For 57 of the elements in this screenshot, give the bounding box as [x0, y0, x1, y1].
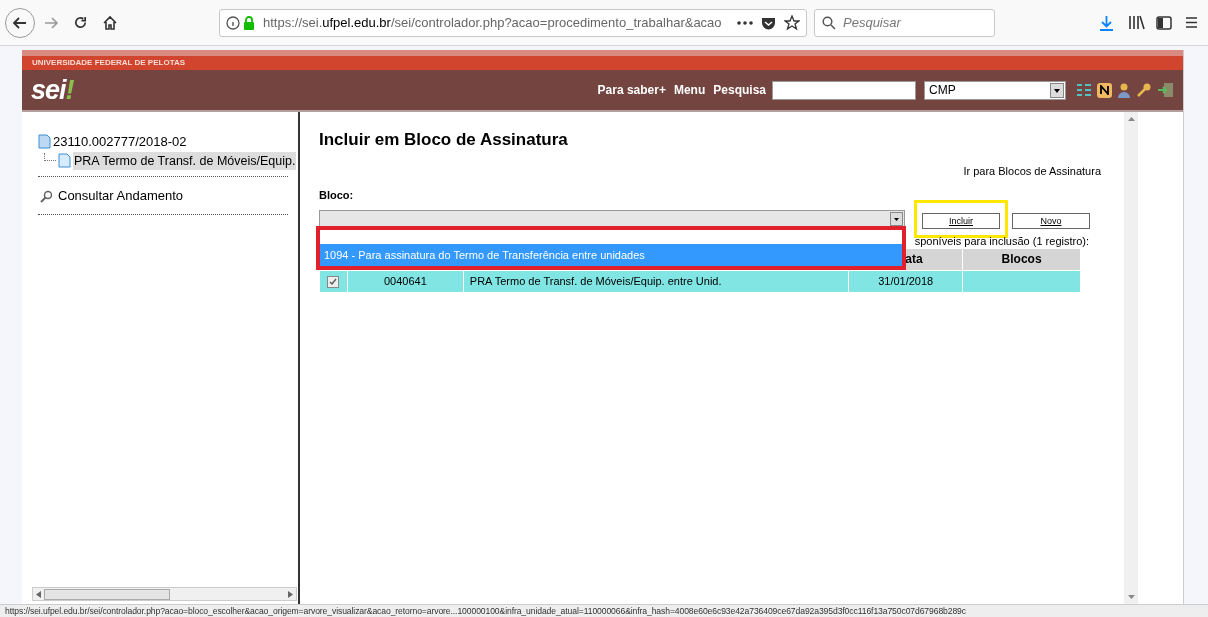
- row-checkbox[interactable]: [327, 275, 340, 288]
- search-field[interactable]: Pesquisar: [843, 12, 983, 33]
- lock-icon: [243, 15, 255, 30]
- search-box[interactable]: Pesquisar: [814, 8, 995, 37]
- menu-icon[interactable]: [1185, 16, 1198, 29]
- consult-link[interactable]: Consultar Andamento: [58, 186, 184, 206]
- institution-name: UNIVERSIDADE FEDERAL DE PELOTAS: [32, 57, 186, 69]
- notes-icon[interactable]: [1097, 82, 1112, 98]
- reload-icon[interactable]: [73, 15, 88, 30]
- search-icon: [822, 15, 836, 30]
- info-icon[interactable]: [226, 15, 240, 30]
- search-icon: [40, 189, 53, 203]
- include-button[interactable]: Incluir: [922, 213, 1000, 230]
- tree-item[interactable]: PRA Termo de Transf. de Móveis/Equip.: [73, 151, 297, 171]
- search-label: Pesquisa: [713, 82, 766, 99]
- address-bar[interactable]: https://sei.ufpel.edu.br/sei/controlador.php?acao=procedimento_trabalhar&acao: [219, 8, 807, 37]
- folder-icon: [38, 134, 51, 150]
- process-number[interactable]: 23110.002777/2018-02: [53, 132, 187, 152]
- table-cell: 0040641: [384, 274, 427, 287]
- star-icon[interactable]: [784, 14, 800, 31]
- document-icon: [58, 153, 71, 169]
- vertical-scrollbar[interactable]: [1124, 112, 1138, 604]
- more-icon[interactable]: [737, 20, 753, 25]
- back-icon: [12, 14, 28, 31]
- table-cell: PRA Termo de Transf. de Móveis/Equip. entre Unid.: [469, 274, 722, 287]
- home-icon[interactable]: [102, 14, 118, 31]
- search-input[interactable]: [772, 80, 916, 100]
- download-icon[interactable]: [1099, 14, 1114, 31]
- caret-icon: [890, 211, 903, 226]
- caret-icon: [1050, 82, 1064, 98]
- status-url: https://sei.ufpel.edu.br/sei/controlador.php?acao=bloco_escolher&acao_origem=arvore_visualizar&acao_retorno=arvore...100000100&infra_unidade_atual=110000066&infra_hash=4008e60e6c93e42a736409ce67da92a395d3f0cc116f13a750c07d67968b289c: [4, 605, 966, 617]
- header-link[interactable]: Menu: [673, 81, 706, 99]
- exit-icon[interactable]: [1157, 82, 1174, 98]
- page-title: Incluir em Bloco de Assinatura: [319, 129, 569, 151]
- sidebar-icon[interactable]: [1156, 15, 1172, 30]
- unit-select[interactable]: CMP: [924, 80, 1066, 100]
- pocket-icon[interactable]: [761, 15, 776, 30]
- blocks-link[interactable]: Ir para Blocos de Assinatura: [963, 164, 1101, 177]
- table-caption: sponíveis para inclusão (1 registro):: [914, 234, 1089, 247]
- logo[interactable]: sei!: [31, 76, 74, 104]
- list-icon[interactable]: [1076, 83, 1092, 97]
- scroll-left-icon[interactable]: [36, 590, 41, 598]
- scroll-up-icon[interactable]: [1127, 117, 1135, 121]
- library-icon[interactable]: [1128, 15, 1145, 30]
- scroll-right-icon[interactable]: [288, 590, 293, 598]
- scroll-down-icon[interactable]: [1127, 595, 1135, 599]
- header-link[interactable]: Para saber+: [597, 81, 666, 99]
- table-cell: 31/01/2018: [878, 274, 934, 287]
- column-header: Blocos: [1001, 252, 1042, 266]
- url-text: https://sei.ufpel.edu.br/sei/controlador.php?acao=procedimento_trabalhar&acao: [263, 13, 722, 32]
- forward-icon[interactable]: [43, 14, 59, 31]
- user-icon[interactable]: [1117, 82, 1131, 98]
- field-label: Bloco:: [319, 189, 354, 201]
- horizontal-scrollbar[interactable]: [32, 587, 297, 601]
- new-button[interactable]: Novo: [1012, 213, 1090, 230]
- column-header: ata: [905, 252, 923, 266]
- block-select[interactable]: [319, 209, 905, 228]
